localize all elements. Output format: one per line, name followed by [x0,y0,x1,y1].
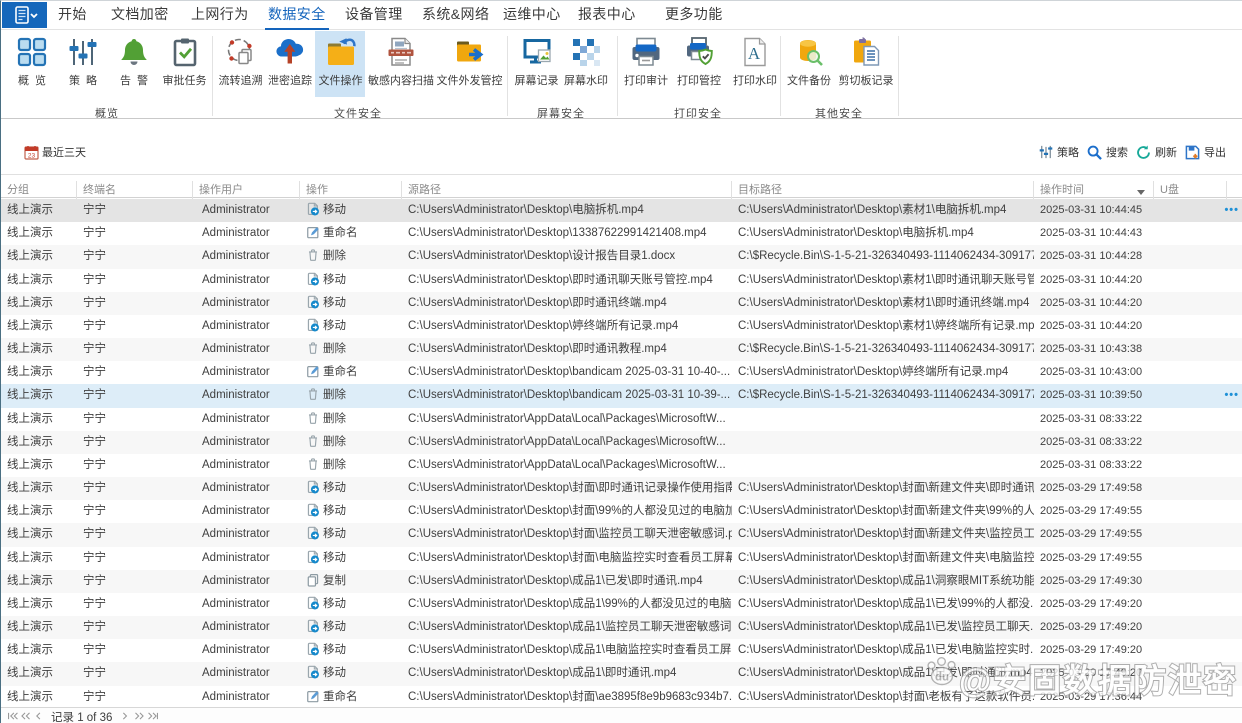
svg-text:23: 23 [28,152,36,159]
svg-text:A: A [748,44,761,63]
